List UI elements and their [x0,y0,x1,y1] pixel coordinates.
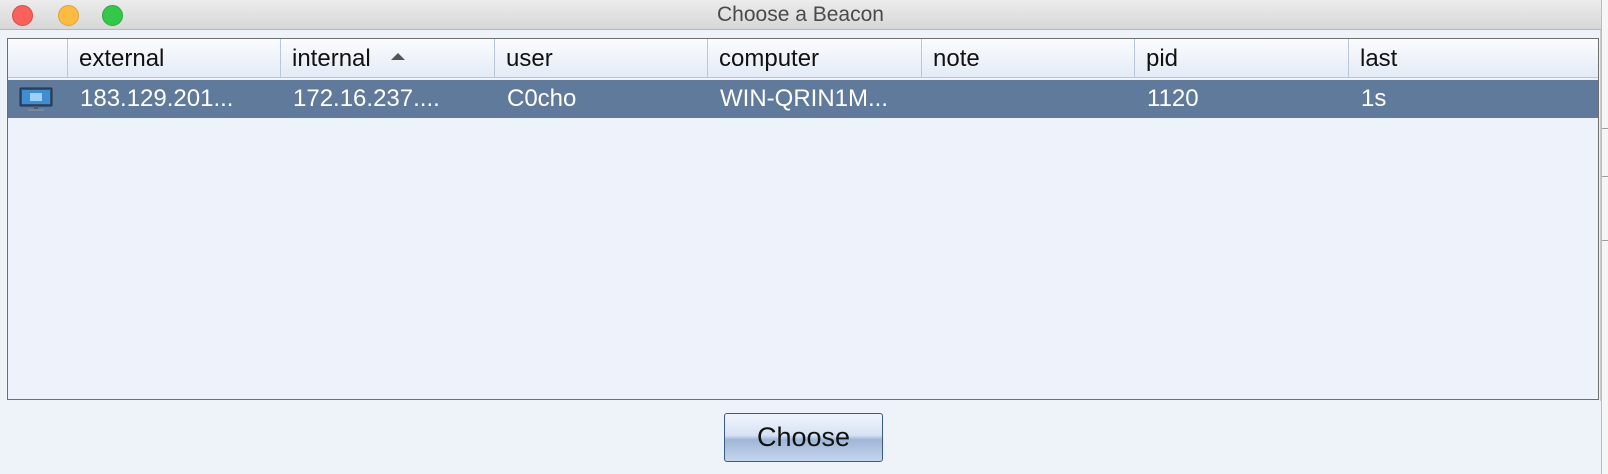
window-title: Choose a Beacon [717,3,884,26]
background-window-edge [1601,0,1608,474]
cell-pid: 1120 [1147,85,1199,112]
column-header-external[interactable]: external [68,39,281,78]
column-header-pid-label: pid [1146,45,1179,72]
table-row[interactable]: 183.129.201... 172.16.237.... C0cho WIN-… [8,80,1598,118]
column-header-computer-label: computer [719,45,820,72]
row-icon-cell [8,80,68,118]
column-header-pid[interactable]: pid [1135,39,1349,78]
cell-last: 1s [1361,85,1387,112]
column-header-icon[interactable] [8,39,68,78]
cell-computer: WIN-QRIN1M... [720,85,888,112]
column-header-external-label: external [79,45,165,72]
background-divider [1602,128,1608,129]
cell-note [922,80,1135,118]
choose-button[interactable]: Choose [724,413,883,462]
column-header-last-label: last [1360,45,1398,72]
column-header-user-label: user [506,45,553,72]
dialog-footer: Choose [0,401,1601,474]
column-header-internal[interactable]: internal [281,39,495,78]
title-bar[interactable]: Choose a Beacon [0,0,1601,30]
minimize-window-button[interactable] [58,5,79,26]
column-header-internal-label: internal [292,45,371,72]
cell-user: C0cho [507,85,577,112]
beacon-monitor-icon [19,87,53,111]
column-header-last[interactable]: last [1349,39,1598,78]
zoom-window-button[interactable] [102,5,123,26]
table-header: external internal user computer note pid… [8,39,1598,78]
column-header-note-label: note [933,45,980,72]
column-header-note[interactable]: note [922,39,1135,78]
close-window-button[interactable] [12,5,33,26]
column-header-computer[interactable]: computer [708,39,922,78]
background-divider [1602,240,1608,241]
sort-ascending-icon [390,53,405,61]
choose-beacon-dialog: Choose a Beacon external internal user c… [0,0,1601,474]
background-divider [1602,176,1608,177]
cell-internal: 172.16.237.... [293,85,440,112]
cell-external: 183.129.201... [80,85,234,112]
beacon-table: external internal user computer note pid… [7,38,1599,400]
column-header-user[interactable]: user [495,39,708,78]
